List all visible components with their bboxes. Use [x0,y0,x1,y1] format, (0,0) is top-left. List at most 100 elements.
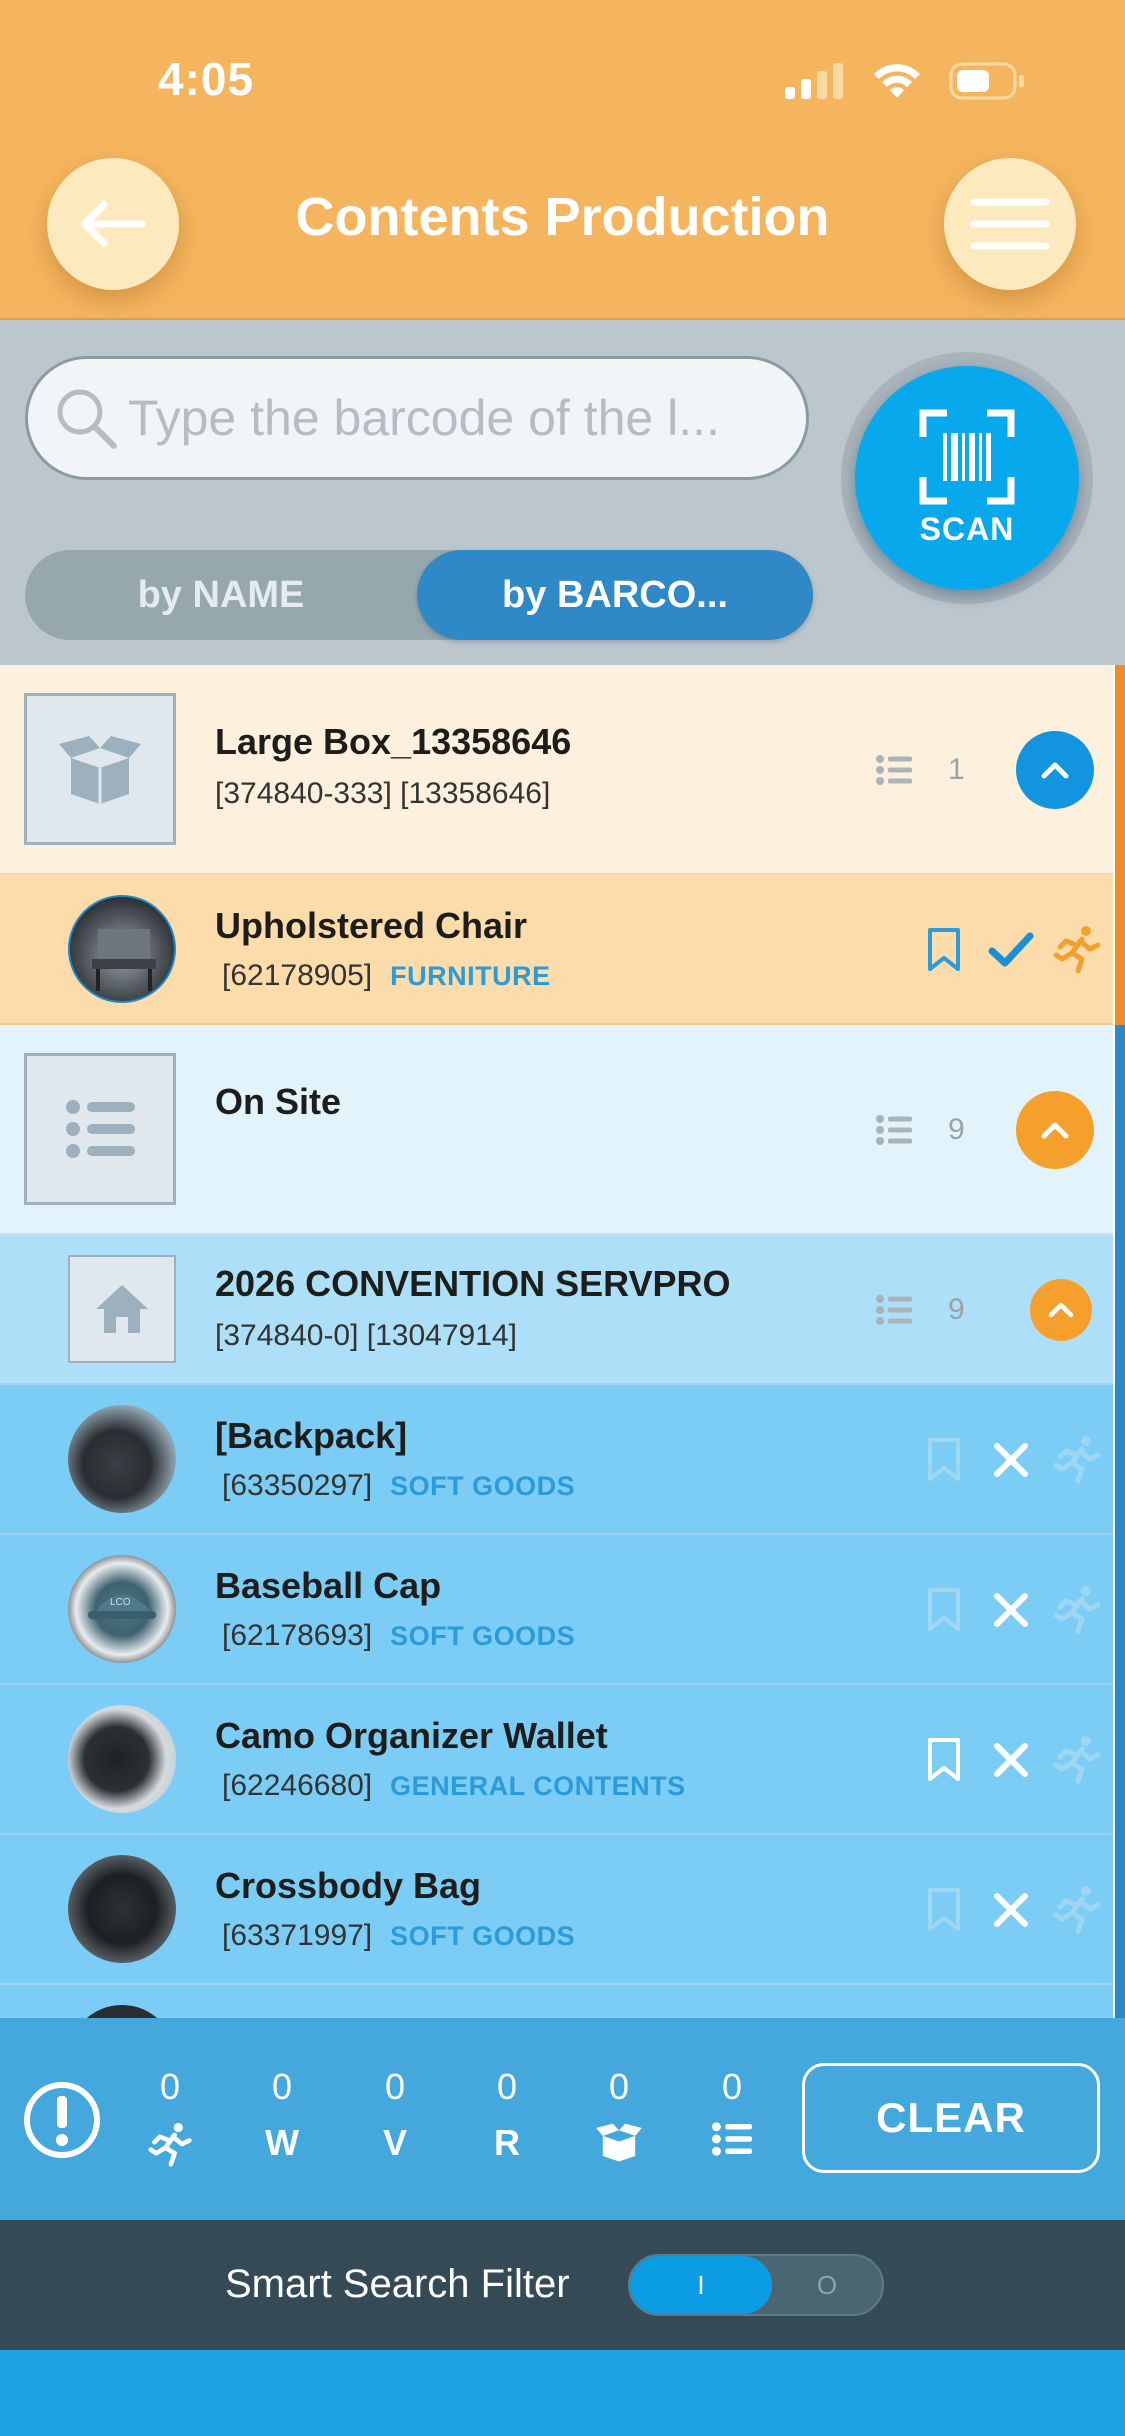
runner-icon [1053,926,1101,974]
scroll-indicator-orange [1115,665,1125,1025]
verified-check-button[interactable] [986,925,1036,975]
bookmark-icon [928,1438,960,1481]
toggle-on-label: I [630,2256,772,2314]
scan-button[interactable]: SCAN [855,366,1079,590]
counter-r[interactable]: 0 R [477,2066,537,2166]
counter-value: 0 [608,2066,630,2107]
bookmark-button[interactable] [924,925,964,975]
item-row-backpack[interactable]: [Backpack] [63350297] SOFT GOODS [0,1385,1113,1535]
item-code: [63371997] [222,1919,373,1952]
barcode-scan-icon [919,409,1015,504]
group-subtitle: [374840-333] [13358646] [215,777,551,810]
tab-by-barcode[interactable]: by BARCO... [417,550,813,640]
item-photo: LCO [68,1555,176,1663]
scan-label: SCAN [919,510,1015,547]
toggle-off-label: O [816,2269,838,2300]
runner-icon [1053,1586,1101,1634]
group-row-large-box[interactable]: Large Box_13358646 [374840-333] [1335864… [0,665,1113,875]
search-box[interactable] [25,356,809,480]
runner-button[interactable] [1050,1733,1104,1787]
item-subtitle: [62246680] GENERAL CONTENTS [222,1769,686,1803]
subgroup-row-convention[interactable]: 2026 CONVENTION SERVPRO [374840-0] [1304… [0,1235,1113,1385]
item-title: Crossbody Bag [215,1865,482,1906]
bookmark-button[interactable] [924,1885,964,1935]
counter-v[interactable]: 0 V [365,2066,425,2166]
item-row-crossbody-bag[interactable]: Crossbody Bag [63371997] SOFT GOODS [0,1835,1113,1985]
status-icons [785,62,1025,100]
runner-icon [1053,1886,1101,1934]
search-input[interactable] [127,389,806,447]
chevron-up-icon [1048,1302,1074,1318]
remove-button[interactable] [986,1735,1036,1785]
bookmark-button[interactable] [924,1435,964,1485]
signal-icon [785,63,843,99]
bookmark-button[interactable] [924,1585,964,1635]
remove-button[interactable] [986,1435,1036,1485]
contents-list: Large Box_13358646 [374840-333] [1335864… [0,665,1125,2018]
open-box-icon [596,2123,642,2162]
item-code: [62178693] [222,1619,373,1652]
item-category: SOFT GOODS [390,1921,576,1951]
group-count: 1 [876,753,965,787]
item-title: Upholstered Chair [215,905,528,946]
menu-button[interactable] [944,158,1076,290]
collapse-button[interactable] [1016,731,1094,809]
bookmark-button[interactable] [924,1735,964,1785]
group-row-on-site[interactable]: On Site 9 [0,1025,1113,1235]
counter-box[interactable]: 0 [589,2066,649,2166]
status-counters-bar: 0 0 W 0 V 0 R 0 0 CLEAR [0,2018,1125,2220]
item-row-camo-organizer-wallet[interactable]: Camo Organizer Wallet [62246680] GENERAL … [0,1685,1113,1835]
remove-button[interactable] [986,1585,1036,1635]
runner-button[interactable] [1050,1433,1104,1487]
remove-button[interactable] [986,1885,1036,1935]
subgroup-count-value: 9 [948,1293,965,1326]
item-row-baseball-cap[interactable]: LCO Baseball Cap [62178693] SOFT GOODS [0,1535,1113,1685]
battery-icon [949,62,1024,100]
item-title: Camo Organizer Wallet [215,1715,608,1756]
group-count: 9 [876,1113,965,1147]
tab-by-name[interactable]: by NAME [25,550,417,640]
counter-value: 0 [271,2066,293,2107]
group-count-value: 9 [948,1113,965,1146]
smart-search-toggle[interactable]: I O [628,2254,884,2316]
collapse-button[interactable] [1016,1091,1094,1169]
box-thumbnail [24,693,176,845]
item-category: FURNITURE [390,961,551,991]
counter-list[interactable]: 0 [702,2066,762,2166]
counter-value: 0 [384,2066,406,2107]
counter-label: W [265,2122,299,2163]
item-subtitle: [63371997] SOFT GOODS [222,1919,575,1953]
item-row-partial[interactable] [0,1985,1113,2018]
group-count-value: 1 [948,753,965,786]
collapse-button[interactable] [1030,1279,1092,1341]
close-icon [994,1443,1028,1477]
item-category: GENERAL CONTENTS [390,1771,686,1801]
runner-button[interactable] [1050,923,1104,977]
open-box-icon [59,736,141,804]
counter-runner[interactable]: 0 [140,2066,200,2167]
close-icon [994,1593,1028,1627]
item-subtitle: [62178905] FURNITURE [222,959,551,993]
runner-icon [1053,1736,1101,1784]
subgroup-subtitle: [374840-0] [13047914] [215,1319,517,1352]
close-icon [994,1743,1028,1777]
svg-text:LCO: LCO [110,1597,131,1608]
item-photo [68,1855,176,1963]
alert-icon[interactable] [22,2080,102,2165]
chevron-up-icon [1041,762,1069,779]
item-row-upholstered-chair[interactable]: Upholstered Chair [62178905] FURNITURE [0,875,1113,1025]
item-code: [62178905] [222,959,373,992]
exclamation-circle-icon [24,2082,100,2158]
bookmark-icon [928,1888,960,1931]
home-indicator-bar [0,2350,1125,2436]
checkmark-icon [988,932,1034,967]
runner-button[interactable] [1050,1883,1104,1937]
location-thumbnail [68,1255,176,1363]
counter-value: 0 [159,2066,181,2107]
item-photo [68,2005,176,2018]
clear-button[interactable]: CLEAR [802,2063,1100,2173]
runner-button[interactable] [1050,1583,1104,1637]
search-panel: SCAN by NAME by BARCO... [0,320,1125,665]
counter-w[interactable]: 0 W [252,2066,312,2166]
list-thumbnail [24,1053,176,1205]
